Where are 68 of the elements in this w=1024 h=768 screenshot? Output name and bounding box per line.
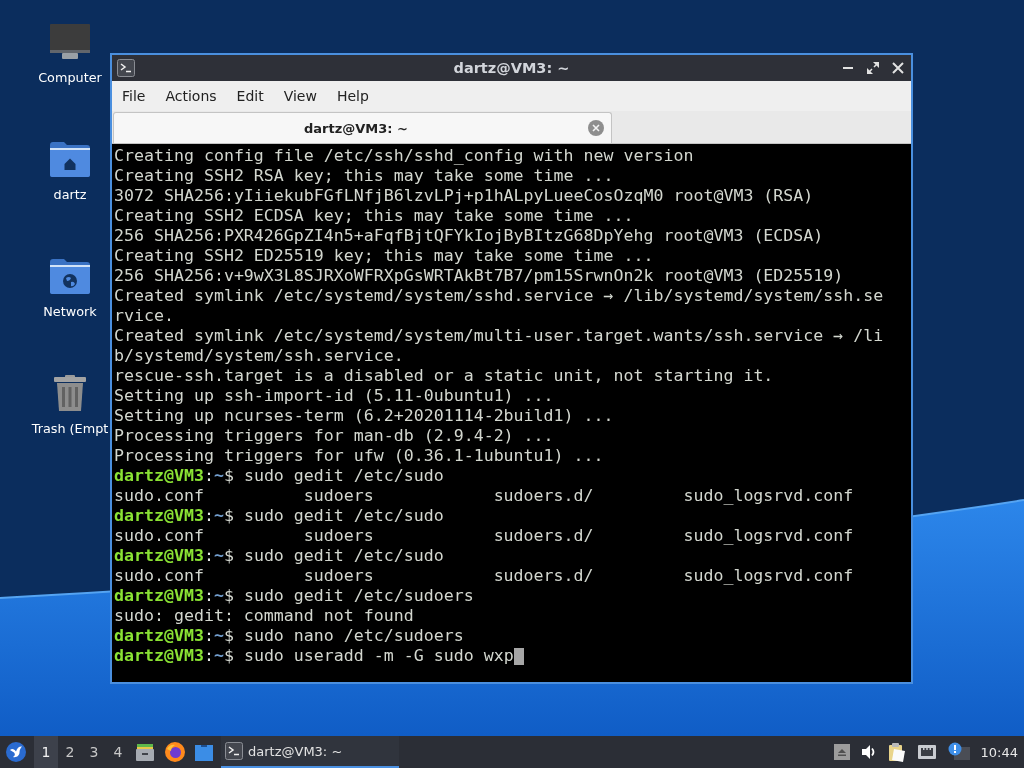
- command-line: dartz@VM3:~$ sudo gedit /etc/sudo: [114, 466, 444, 486]
- completion-entry: sudoers.d/: [493, 526, 594, 546]
- output-line: Creating SSH2 ED25519 key; this may take some time ...: [114, 246, 654, 266]
- completion-entry: sudo.conf: [114, 526, 204, 546]
- browser-icon[interactable]: [165, 742, 185, 762]
- taskbar-task[interactable]: dartz@VM3: ~: [221, 736, 399, 768]
- desktop-icon-label[interactable]: dartz: [53, 187, 87, 203]
- output-line: 3072 SHA256:yIiiekubFGfLNfjB6lzvLPj+p1hALpyLueeCosOzqM0 root@VM3 (RSA): [114, 186, 814, 206]
- output-line: Creating SSH2 ECDSA key; this may take some time ...: [114, 206, 634, 226]
- workspace-button[interactable]: 3: [82, 736, 106, 768]
- menu-item[interactable]: Help: [336, 88, 369, 104]
- output-line: Processing triggers for ufw (0.36.1-1ubuntu1) ...: [114, 446, 604, 466]
- home-folder-icon[interactable]: [50, 141, 90, 177]
- window-icon[interactable]: [195, 743, 213, 761]
- desktop-icon-label[interactable]: Computer: [38, 70, 102, 86]
- terminal-icon: [117, 59, 135, 77]
- workspace-button[interactable]: 4: [106, 736, 130, 768]
- completion-entry: sudoers.d/: [493, 486, 594, 506]
- output-line: 256 SHA256:PXR426GpZI4n5+aFqfBjtQFYkIojByBItzG68DpYehg root@VM3 (ECDSA): [114, 226, 824, 246]
- output-line: Creating SSH2 RSA key; this may take some time ...: [114, 166, 614, 186]
- completion-entry: sudo_logsrvd.conf: [683, 566, 854, 586]
- terminal-tab[interactable]: dartz@VM3: ~: [113, 112, 612, 143]
- output-line: Created symlink /etc/systemd/system/sshd.service → /lib/systemd/system/ssh.se: [114, 286, 884, 306]
- completion-entry: sudoers.d/: [493, 566, 594, 586]
- completion-entry: sudoers: [303, 526, 374, 546]
- output-line: Setting up ncurses-term (6.2+20201114-2build1) ...: [114, 406, 614, 426]
- eject-icon[interactable]: [833, 744, 850, 760]
- output-line: Processing triggers for man-db (2.9.4-2) ...: [114, 426, 554, 446]
- bird-icon[interactable]: [6, 742, 26, 762]
- completion-entry: sudo.conf: [114, 486, 204, 506]
- clock[interactable]: 10:44: [980, 744, 1018, 760]
- terminal-icon: [225, 742, 243, 760]
- command-line: dartz@VM3:~$ sudo gedit /etc/sudo: [114, 546, 444, 566]
- workspace-button[interactable]: 1: [34, 736, 58, 768]
- network-folder-icon[interactable]: [50, 258, 90, 294]
- ethernet-icon[interactable]: [916, 743, 937, 761]
- completion-entry: sudoers: [303, 486, 374, 506]
- alert-icon[interactable]: [947, 742, 970, 762]
- speaker-icon[interactable]: [860, 744, 877, 760]
- output-line: sudo: gedit: command not found: [114, 606, 414, 626]
- command-line: dartz@VM3:~$ sudo nano /etc/sudoers: [114, 626, 464, 646]
- menu-item[interactable]: Actions: [165, 88, 217, 104]
- output-line: Creating config file /etc/ssh/sshd_config with new version: [114, 146, 694, 166]
- command-line: dartz@VM3:~$ sudo gedit /etc/sudo: [114, 506, 444, 526]
- completion-entry: sudo_logsrvd.conf: [683, 526, 854, 546]
- monitor-icon[interactable]: [50, 24, 90, 60]
- menu-item[interactable]: File: [122, 88, 146, 104]
- completion-entry: sudoers: [303, 566, 374, 586]
- completion-entry: sudo_logsrvd.conf: [683, 486, 854, 506]
- desktop-icon-label[interactable]: Trash (Empt: [31, 421, 109, 437]
- workspace-button[interactable]: 2: [58, 736, 82, 768]
- completion-entry: sudo.conf: [114, 566, 204, 586]
- output-line: 256 SHA256:v+9wX3L8SJRXoWFRXpGsWRTAkBt7B7/pm15SrwnOn2k root@VM3 (ED25519): [114, 266, 844, 286]
- desktop-icon-label[interactable]: Network: [43, 304, 97, 320]
- menu-item[interactable]: Edit: [236, 88, 264, 104]
- output-line: rvice.: [114, 306, 174, 326]
- file-drawer-icon[interactable]: [135, 742, 155, 762]
- output-line: b/systemd/system/ssh.service.: [114, 346, 404, 366]
- output-line: rescue-ssh.target is a disabled or a static unit, not starting it.: [114, 366, 774, 386]
- close-icon[interactable]: [892, 62, 904, 74]
- maximize-icon[interactable]: [867, 62, 879, 74]
- clipboard-icon[interactable]: [887, 742, 906, 762]
- output-line: Created symlink /etc/systemd/system/multi-user.target.wants/ssh.service → /li: [114, 326, 884, 346]
- menu-item[interactable]: View: [283, 88, 317, 104]
- command-line: dartz@VM3:~$ sudo useradd -m -G sudo wxp: [114, 646, 514, 666]
- command-line: dartz@VM3:~$ sudo gedit /etc/sudoers: [114, 586, 474, 606]
- window-title: dartz@VM3: ~: [453, 60, 570, 76]
- output-line: Setting up ssh-import-id (5.11-0ubuntu1) ...: [114, 386, 554, 406]
